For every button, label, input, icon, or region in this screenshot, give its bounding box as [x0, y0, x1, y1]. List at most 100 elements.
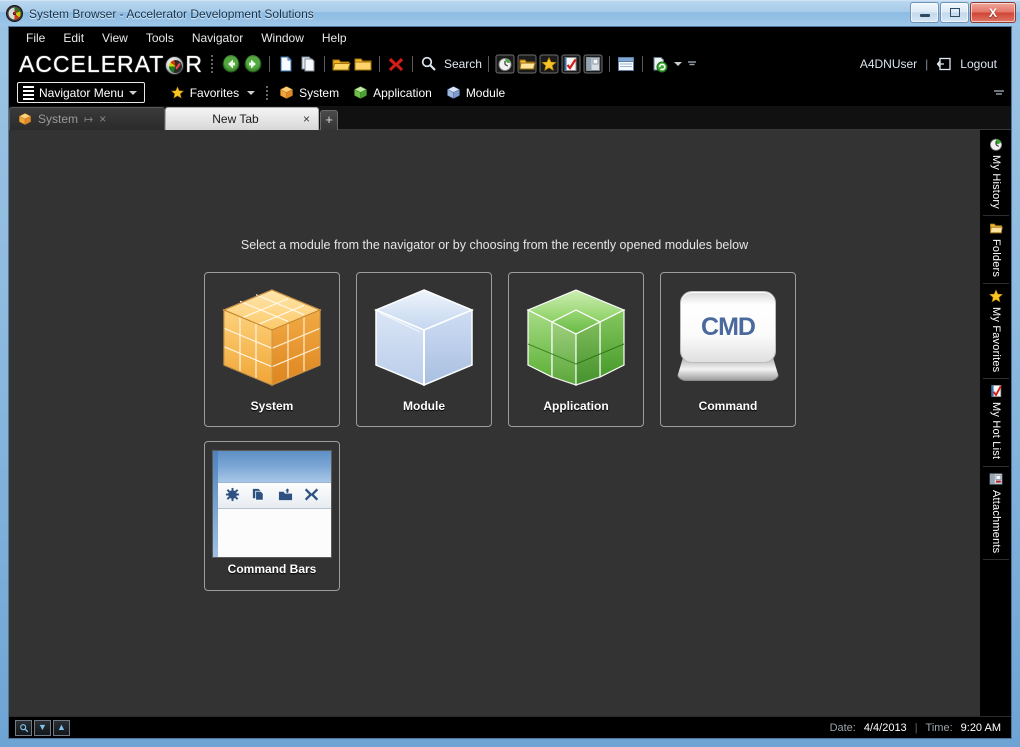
tab-system[interactable]: System ↦ × [9, 107, 165, 130]
sidebar-item-attachments[interactable]: Attachments [983, 467, 1009, 560]
title-bar: System Browser - Accelerator Development… [0, 0, 1020, 26]
client-area: File Edit View Tools Navigator Window He… [8, 26, 1012, 739]
status-down-button[interactable]: ▼ [34, 719, 51, 736]
nav-link-application-label: Application [373, 85, 432, 100]
tab-close-icon[interactable]: × [303, 112, 310, 126]
toolbar-separator [323, 56, 325, 72]
nav-link-system[interactable]: System [272, 83, 346, 102]
history-icon [988, 136, 1004, 152]
nav-link-favorites[interactable]: Favorites [163, 83, 262, 102]
toolbar-separator [608, 56, 610, 72]
status-buttons: ▼ ▲ [15, 719, 70, 736]
folders-icon [988, 220, 1004, 236]
favorites-star-icon[interactable] [539, 54, 559, 74]
new-tab-button[interactable]: + [320, 110, 338, 130]
blue-hollow-cube-icon [363, 279, 485, 397]
tab-new-tab-label: New Tab [212, 112, 259, 126]
nav-link-application[interactable]: Application [346, 83, 439, 102]
status-search-button[interactable] [15, 719, 32, 736]
right-sidebar: My History Folders My Favorites My Hot L… [981, 130, 1011, 716]
search-icon[interactable] [419, 54, 439, 74]
window-title: System Browser - Accelerator Development… [29, 6, 314, 21]
tab-new-tab[interactable]: New Tab × [165, 107, 319, 130]
menu-file[interactable]: File [17, 29, 54, 47]
user-area: A4DNUser | Logout [860, 56, 1003, 72]
sidebar-item-label: My Hot List [990, 402, 1002, 460]
menu-edit[interactable]: Edit [54, 29, 93, 47]
status-time-label: Time: [925, 721, 953, 734]
close-icon [304, 487, 319, 504]
collapse-icon[interactable] [993, 87, 1005, 100]
menu-navigator[interactable]: Navigator [183, 29, 252, 47]
menu-view[interactable]: View [93, 29, 137, 47]
menu-window[interactable]: Window [252, 29, 313, 47]
menu-help[interactable]: Help [313, 29, 356, 47]
mini-window-icon [211, 448, 333, 560]
search-label[interactable]: Search [444, 57, 482, 71]
new-document-icon[interactable] [276, 54, 296, 74]
status-time-value: 9:20 AM [960, 721, 1001, 734]
sidebar-item-label: My Favorites [990, 307, 1002, 373]
tile-command-bars-label: Command Bars [227, 562, 317, 576]
refresh-caret-icon[interactable] [673, 62, 682, 66]
tab-system-label: System [38, 112, 79, 126]
menu-tools[interactable]: Tools [137, 29, 183, 47]
sidebar-item-folders[interactable]: Folders [983, 216, 1009, 285]
folders-icon[interactable] [517, 54, 537, 74]
navigator-bar: Navigator Menu Favorites System Applicat… [9, 79, 1011, 106]
window-controls: X [910, 2, 1016, 23]
tab-close-icon[interactable]: × [99, 112, 106, 126]
attachments-icon [988, 471, 1004, 487]
copy-icon[interactable] [298, 54, 318, 74]
recent-modules-grid: System Module Application CMD Command Co… [204, 272, 824, 591]
status-date-value: 4/4/2013 [863, 721, 907, 734]
navigator-links: Favorites System Application Module [163, 83, 512, 102]
tab-bar: System ↦ × New Tab × + [9, 106, 1011, 130]
orange-rubik-cube-icon [211, 279, 333, 397]
tile-command[interactable]: CMD Command [660, 272, 796, 427]
body-region: Select a module from the navigator or by… [9, 130, 1011, 716]
tile-command-label: Command [698, 399, 758, 413]
status-up-button[interactable]: ▲ [53, 719, 70, 736]
delete-icon[interactable] [386, 54, 406, 74]
green-notched-cube-icon [515, 279, 637, 397]
tile-system[interactable]: System [204, 272, 340, 427]
toolbar-separator [378, 56, 380, 72]
close-icon: X [988, 5, 997, 20]
minimize-button[interactable] [910, 2, 939, 23]
folder-icon[interactable] [353, 54, 373, 74]
nav-link-module[interactable]: Module [439, 83, 512, 102]
sidebar-item-label: Attachments [990, 489, 1002, 553]
chevron-down-icon[interactable] [247, 90, 256, 95]
tile-application[interactable]: Application [508, 272, 644, 427]
window-icon[interactable] [616, 54, 636, 74]
refresh-icon[interactable] [649, 54, 669, 74]
pin-icon[interactable]: ↦ [84, 113, 93, 126]
sidebar-item-my-favorites[interactable]: My Favorites [983, 284, 1009, 380]
maximize-button[interactable] [940, 2, 969, 23]
close-button[interactable]: X [970, 2, 1016, 23]
sidebar-item-my-hot-list[interactable]: My Hot List [983, 379, 1009, 467]
mini-window-body [213, 509, 331, 557]
navigator-menu-button[interactable]: Navigator Menu [17, 82, 145, 103]
forward-icon[interactable] [243, 54, 263, 74]
open-folder-icon[interactable] [331, 54, 351, 74]
overflow-icon[interactable] [684, 54, 700, 74]
back-icon[interactable] [221, 54, 241, 74]
sidebar-item-my-history[interactable]: My History [983, 132, 1009, 216]
content-hint: Select a module from the navigator or by… [240, 238, 749, 252]
logout-label[interactable]: Logout [960, 57, 997, 71]
tile-module[interactable]: Module [356, 272, 492, 427]
nav-link-system-label: System [299, 85, 340, 100]
hotlist-icon[interactable] [561, 54, 581, 74]
status-bar: ▼ ▲ Date: 4/4/2013 | Time: 9:20 AM [9, 716, 1011, 738]
logout-icon[interactable] [936, 56, 952, 72]
hotlist-icon [988, 383, 1004, 399]
user-name: A4DNUser [859, 57, 918, 71]
toolbar-divider [210, 54, 213, 74]
tile-command-bars[interactable]: Command Bars [204, 441, 340, 591]
tile-system-label: System [250, 399, 294, 413]
attachments-icon[interactable] [583, 54, 603, 74]
history-icon[interactable] [495, 54, 515, 74]
orange-cube-icon [279, 85, 294, 100]
